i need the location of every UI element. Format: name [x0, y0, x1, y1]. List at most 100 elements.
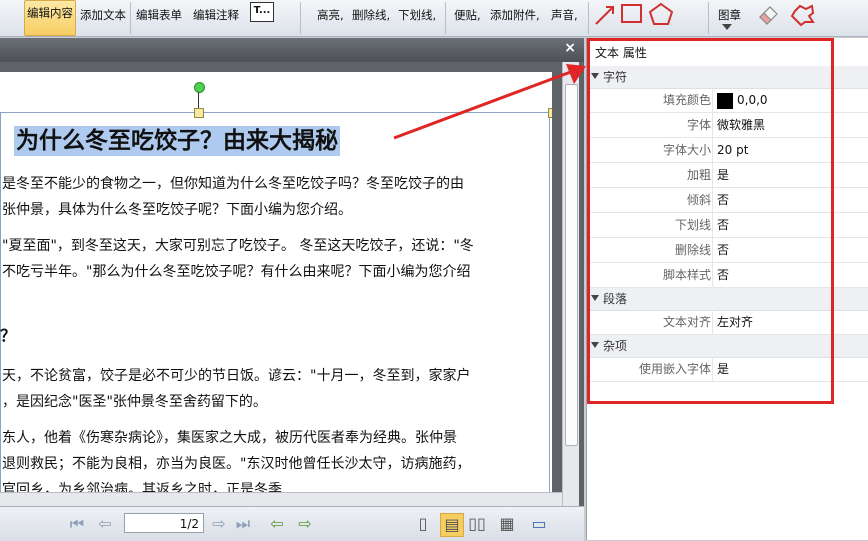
- property-label: 使用嵌入字体: [638, 362, 711, 376]
- property-label: 删除线: [674, 243, 711, 257]
- property-row-italic[interactable]: 倾斜 否: [587, 188, 868, 213]
- column-divider: [712, 138, 713, 162]
- paragraph-line: 张仲景，具体为什么冬至吃饺子呢？下面小编为您介绍。: [2, 202, 352, 218]
- close-icon[interactable]: ×: [564, 40, 576, 56]
- properties-title: 文本 属性: [595, 46, 647, 60]
- last-page-icon[interactable]: ⏭: [232, 513, 254, 535]
- property-value[interactable]: 是: [717, 357, 729, 381]
- property-label: 下划线: [674, 218, 711, 232]
- collapse-triangle-icon[interactable]: [591, 295, 599, 301]
- property-row-embed-font[interactable]: 使用嵌入字体 是: [587, 357, 868, 382]
- paragraph-line: 不吃亏半年。"那么为什么冬至吃饺子呢？有什么由来呢？下面小编为您介绍: [2, 264, 471, 280]
- property-label: 文本对齐: [662, 315, 711, 329]
- page-navigation-bar: ⏮ ⇦ 1/2 ⇨ ⏭ ⇦ ⇨ ▯ ▤ ▯▯ ▦ ▭: [0, 506, 584, 541]
- toolbar-divider: [445, 2, 446, 34]
- sound-button[interactable]: 声音,: [551, 4, 578, 26]
- property-row-text-align[interactable]: 文本对齐 左对齐: [587, 310, 868, 335]
- polygon-tool-icon[interactable]: [648, 2, 674, 26]
- property-row-script-style[interactable]: 脚本样式 否: [587, 263, 868, 288]
- strikeout-button[interactable]: 删除线,: [352, 4, 390, 26]
- property-label: 加粗: [686, 168, 711, 182]
- column-divider: [712, 357, 713, 381]
- property-value[interactable]: 是: [717, 163, 729, 187]
- add-text-button[interactable]: 添加文本: [80, 4, 126, 26]
- property-value[interactable]: 否: [717, 213, 729, 237]
- annotation-arrow: [393, 64, 586, 140]
- section-heading: ？: [0, 326, 17, 345]
- category-label: 段落: [603, 292, 628, 306]
- paragraph-line: ，是因纪念"医圣"张仲景冬至舍药留下的。: [2, 394, 267, 410]
- grid-view-icon[interactable]: ▦: [496, 513, 518, 535]
- category-paragraph[interactable]: 段落: [587, 288, 868, 311]
- category-misc[interactable]: 杂项: [587, 335, 868, 358]
- document-tab-bar: ×: [0, 38, 584, 62]
- highlight-button[interactable]: 高亮,: [317, 4, 344, 26]
- first-page-icon[interactable]: ⏮: [66, 513, 88, 535]
- paragraph-line: 是冬至不能少的食物之一，但你知道为什么冬至吃饺子吗？冬至吃饺子的由: [2, 176, 464, 192]
- single-page-icon[interactable]: ▯: [412, 513, 434, 535]
- paragraph-line: 东人，他着《伤寒杂病论》，集医家之大成，被历代医者奉为经典。张仲景: [2, 430, 457, 446]
- sticky-note-button[interactable]: 便贴,: [454, 4, 481, 26]
- toolbar-divider: [588, 2, 589, 34]
- paragraph-line: 天，不论贫富，饺子是必不可少的节日饭。谚云："十月一，冬至到，家家户: [2, 368, 471, 384]
- cloud-shape-icon[interactable]: [790, 3, 816, 27]
- column-divider: [712, 113, 713, 137]
- arrow-tool-icon[interactable]: [594, 4, 616, 26]
- property-value[interactable]: 0,0,0: [717, 88, 768, 112]
- edit-form-button[interactable]: 编辑表单: [136, 4, 182, 26]
- main-toolbar: 编辑内容 添加文本 编辑表单 编辑注释 T... 高亮, 删除线, 下划线, 便…: [0, 0, 868, 37]
- property-row-font-size[interactable]: 字体大小 20 pt: [587, 138, 868, 163]
- previous-page-icon[interactable]: ⇦: [94, 513, 116, 535]
- property-value[interactable]: 微软雅黑: [717, 113, 765, 137]
- back-view-icon[interactable]: ⇦: [266, 513, 288, 535]
- forward-view-icon[interactable]: ⇨: [294, 513, 316, 535]
- add-attachment-button[interactable]: 添加附件,: [490, 4, 540, 26]
- column-divider: [712, 213, 713, 237]
- color-swatch[interactable]: [717, 92, 733, 109]
- eraser-icon[interactable]: [756, 3, 780, 25]
- next-page-icon[interactable]: ⇨: [208, 513, 230, 535]
- property-value[interactable]: 否: [717, 263, 729, 287]
- category-label: 杂项: [603, 339, 628, 353]
- resize-handle-top[interactable]: [194, 108, 204, 118]
- property-label: 倾斜: [686, 193, 711, 207]
- property-value[interactable]: 否: [717, 188, 729, 212]
- document-title[interactable]: 为什么冬至吃饺子？由来大揭秘: [14, 126, 340, 156]
- column-divider: [712, 163, 713, 187]
- property-value[interactable]: 否: [717, 238, 729, 262]
- collapse-triangle-icon[interactable]: [591, 73, 599, 79]
- paragraph-line: "夏至面"，到冬至这天，大家可别忘了吃饺子。 冬至这天吃饺子，还说："冬: [2, 238, 474, 254]
- property-row-strikethrough[interactable]: 删除线 否: [587, 238, 868, 263]
- rectangle-tool-icon[interactable]: [620, 3, 644, 25]
- paragraph-line: 退则救民；不能为良相，亦当为良医。"东汉时他曾任长沙太守，访病施药，: [2, 456, 471, 472]
- horizontal-scrollbar[interactable]: [0, 492, 562, 507]
- category-label: 字符: [603, 70, 628, 84]
- chevron-down-icon[interactable]: [722, 24, 732, 30]
- toolbar-divider: [130, 2, 131, 34]
- column-divider: [712, 88, 713, 112]
- text-box-icon[interactable]: T...: [250, 2, 274, 22]
- collapse-triangle-icon[interactable]: [591, 342, 599, 348]
- two-page-icon[interactable]: ▯▯: [466, 513, 488, 535]
- underline-button[interactable]: 下划线,: [398, 4, 436, 26]
- column-divider: [712, 310, 713, 334]
- property-label: 字体大小: [662, 143, 711, 157]
- page-number-input[interactable]: 1/2: [124, 513, 204, 533]
- property-label: 填充颜色: [662, 93, 711, 107]
- property-value[interactable]: 左对齐: [717, 310, 753, 334]
- continuous-page-icon[interactable]: ▤: [440, 513, 464, 537]
- property-label: 字体: [686, 118, 711, 132]
- fit-width-icon[interactable]: ▭: [528, 513, 550, 535]
- property-label: 脚本样式: [662, 268, 711, 282]
- category-character[interactable]: 字符: [587, 66, 868, 89]
- properties-panel: 文本 属性 字符 填充颜色 0,0,0 字体 微软雅黑 字体大小 20 pt 加…: [586, 38, 868, 540]
- rotate-handle[interactable]: [194, 82, 205, 93]
- edit-content-button[interactable]: 编辑内容: [24, 0, 76, 36]
- stamp-button[interactable]: 图章: [718, 4, 741, 26]
- property-row-fill-color[interactable]: 填充颜色 0,0,0: [587, 88, 868, 113]
- property-value[interactable]: 20 pt: [717, 138, 748, 162]
- property-row-font[interactable]: 字体 微软雅黑: [587, 113, 868, 138]
- property-row-bold[interactable]: 加粗 是: [587, 163, 868, 188]
- property-row-underline[interactable]: 下划线 否: [587, 213, 868, 238]
- edit-annotation-button[interactable]: 编辑注释: [193, 4, 239, 26]
